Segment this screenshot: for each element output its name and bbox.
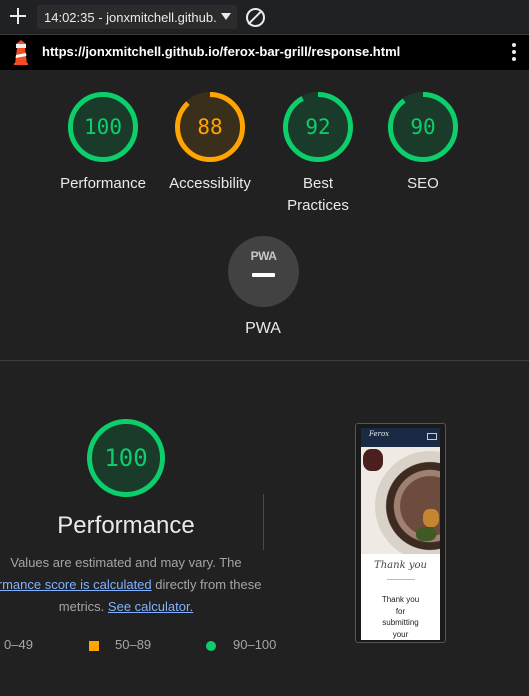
caret-down-icon	[221, 13, 231, 20]
legend-fail-label: 0–49	[4, 637, 33, 652]
gauge-accessibility-score: 88	[197, 115, 223, 139]
gauge-seo-score: 90	[410, 115, 436, 139]
desc-line-2-rest: directly from these	[151, 577, 262, 592]
phone-hero-image	[361, 447, 440, 554]
devtools-toolbar: 14:02:35 - jonxmitchell.github.	[0, 0, 529, 35]
pwa-badge-text: PWA	[250, 249, 277, 263]
gauge-seo-label[interactable]: SEO	[363, 173, 483, 195]
desc-line-2: ormance score is calculated directly fro…	[0, 574, 292, 596]
performance-detail-gauge: 100	[86, 418, 166, 498]
performance-detail-score: 100	[104, 444, 148, 472]
legend-average-square-icon	[89, 641, 99, 651]
phone-navbar: Ferox	[361, 428, 440, 447]
garnish-shape	[423, 509, 439, 527]
gauge-performance[interactable]: 100	[67, 91, 139, 163]
legend-average-label: 50–89	[115, 637, 152, 652]
report-url[interactable]: https://jonxmitchell.github.io/ferox-bar…	[42, 44, 400, 59]
final-screenshot[interactable]: Ferox Thank you Thank you for submitting…	[355, 423, 446, 643]
see-calculator-link[interactable]: See calculator.	[108, 599, 193, 614]
phone-thanks-heading: Thank you	[374, 560, 427, 571]
report-select[interactable]: 14:02:35 - jonxmitchell.github.	[37, 5, 237, 29]
vertical-divider	[263, 494, 264, 550]
phone-message: Thank you for submitting your	[361, 594, 440, 640]
lighthouse-logo-icon	[14, 40, 28, 65]
gauge-accessibility-label[interactable]: Accessibility	[150, 173, 270, 195]
pwa-dash-icon	[252, 273, 275, 277]
gauge-best-practices-score: 92	[305, 115, 331, 139]
clear-reports-icon[interactable]	[246, 8, 265, 27]
gauge-accessibility[interactable]: 88	[174, 91, 246, 163]
gauge-best-practices-label[interactable]: Best Practices	[258, 173, 378, 217]
more-options-icon[interactable]	[512, 43, 516, 63]
performance-description: Values are estimated and may vary. The o…	[0, 552, 292, 618]
performance-title: Performance	[57, 512, 195, 539]
gauge-pwa[interactable]: PWA	[228, 236, 299, 307]
phone-screen: Ferox Thank you Thank you for submitting…	[361, 428, 440, 640]
phone-divider	[387, 579, 415, 580]
garnish-shape	[416, 527, 436, 541]
legend-pass-label: 90–100	[233, 637, 277, 652]
legend-pass-circle-icon	[206, 641, 216, 651]
hamburger-menu-icon	[427, 433, 437, 440]
gauge-seo[interactable]: 90	[387, 91, 459, 163]
garnish-shape	[363, 449, 383, 471]
desc-line-3: metrics. See calculator.	[0, 596, 292, 618]
desc-line-1: Values are estimated and may vary. The	[10, 555, 242, 570]
phone-message-text: Thank you for submitting your	[381, 595, 420, 639]
gauge-performance-score: 100	[84, 115, 122, 139]
score-calculated-link[interactable]: ormance score is calculated	[0, 577, 152, 592]
gauge-performance-label[interactable]: Performance	[43, 173, 163, 195]
desc-line-3-pre: metrics.	[58, 599, 108, 614]
gauge-best-practices[interactable]: 92	[282, 91, 354, 163]
report-select-label: 14:02:35 - jonxmitchell.github.	[44, 10, 217, 25]
report-url-bar: https://jonxmitchell.github.io/ferox-bar…	[0, 35, 529, 70]
gauge-pwa-label[interactable]: PWA	[203, 318, 323, 340]
new-report-button[interactable]	[6, 4, 30, 28]
phone-brand: Ferox	[369, 430, 390, 438]
section-divider	[0, 360, 529, 361]
